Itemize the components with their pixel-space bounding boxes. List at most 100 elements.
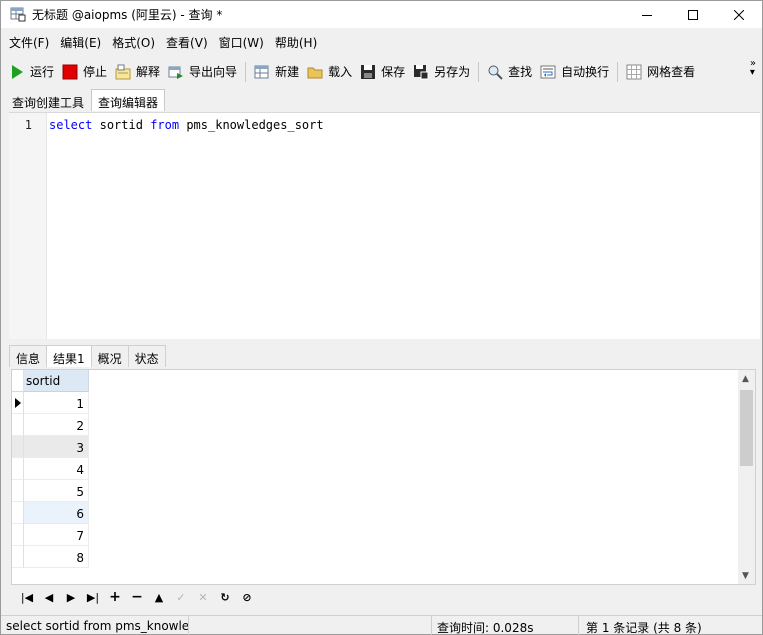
result-grid[interactable]: sortid 1 2 3 4 5 6 7 8 ▲ ▼: [11, 369, 756, 585]
sql-keyword: select: [49, 118, 93, 132]
grid-icon: [626, 64, 642, 79]
export-wizard-button[interactable]: 导出向导: [164, 60, 241, 84]
row-indicator: [12, 458, 24, 480]
row-indicator: [12, 480, 24, 502]
toolbar-divider: [245, 61, 247, 82]
tab-query-builder[interactable]: 查询创建工具: [5, 89, 91, 111]
add-icon: +: [109, 589, 121, 605]
last-record-button[interactable]: ▶|: [82, 588, 104, 606]
new-label: 新建: [275, 65, 300, 79]
vertical-scrollbar[interactable]: ▲ ▼: [738, 370, 755, 584]
move-up-button[interactable]: ▲: [148, 588, 170, 606]
new-query-icon: [254, 65, 269, 78]
sql-table: pms_knowledges_sort: [186, 118, 324, 132]
maximize-button[interactable]: [670, 1, 716, 28]
row-indicator: [12, 502, 24, 524]
grid-view-button[interactable]: 网格查看: [622, 60, 699, 84]
first-record-button[interactable]: |◀: [16, 588, 38, 606]
load-label: 载入: [328, 65, 353, 79]
row-indicator-header: [12, 370, 24, 392]
chevron-down-icon: ▾: [749, 67, 755, 78]
save-as-button[interactable]: 另存为: [409, 60, 474, 84]
sql-editor[interactable]: 1 select sortid from pms_knowledges_sort: [9, 112, 760, 339]
stop-fetch-button[interactable]: ⊘: [236, 588, 258, 606]
explain-button[interactable]: 解释: [111, 60, 164, 84]
close-icon: [734, 9, 744, 20]
table-row[interactable]: 3: [12, 436, 89, 458]
stop-button[interactable]: 停止: [58, 60, 111, 84]
table-row[interactable]: 4: [12, 458, 89, 480]
tab-info[interactable]: 信息: [9, 345, 48, 367]
menu-help[interactable]: 帮助(H): [271, 32, 321, 53]
table-cell[interactable]: 6: [24, 502, 89, 524]
line-number-gutter: 1: [9, 113, 47, 339]
next-icon: ▶: [66, 590, 76, 604]
minimize-button[interactable]: [624, 1, 670, 28]
menu-bar: 文件(F) 编辑(E) 格式(O) 查看(V) 窗口(W) 帮助(H): [1, 31, 762, 53]
minimize-icon: [642, 14, 652, 16]
next-record-button[interactable]: ▶: [60, 588, 82, 606]
row-indicator: [12, 524, 24, 546]
cancel-icon: ✕: [198, 590, 208, 604]
menu-format[interactable]: 格式(O): [108, 32, 159, 53]
stop-icon: ⊘: [242, 590, 252, 604]
table-cell[interactable]: 3: [24, 436, 89, 458]
apply-button[interactable]: ✓: [170, 588, 192, 606]
tab-status[interactable]: 状态: [127, 345, 166, 367]
menu-view[interactable]: 查看(V): [162, 32, 212, 53]
load-button[interactable]: 载入: [303, 60, 356, 84]
cancel-button[interactable]: ✕: [192, 588, 214, 606]
save-button[interactable]: 保存: [356, 60, 409, 84]
title-bar[interactable]: 无标题 @aiopms (阿里云) - 查询 *: [1, 1, 762, 28]
table-row[interactable]: 1: [12, 392, 89, 414]
tab-result1[interactable]: 结果1: [46, 345, 92, 367]
refresh-button[interactable]: ↻: [214, 588, 236, 606]
table-cell[interactable]: 1: [24, 392, 89, 414]
window-title: 无标题 @aiopms (阿里云) - 查询 *: [32, 8, 223, 22]
menu-window[interactable]: 窗口(W): [215, 32, 268, 53]
scrollbar-thumb[interactable]: [740, 390, 753, 466]
delete-record-button[interactable]: −: [126, 588, 148, 606]
table-cell[interactable]: 8: [24, 546, 89, 568]
close-button[interactable]: [716, 1, 762, 28]
status-sql: select sortid from pms_knowle: [1, 616, 189, 635]
save-icon: [361, 64, 376, 79]
scroll-down-icon[interactable]: ▼: [742, 571, 749, 581]
table-row[interactable]: 6: [12, 502, 89, 524]
tab-profile[interactable]: 概况: [90, 345, 129, 367]
table-cell[interactable]: 2: [24, 414, 89, 436]
menu-edit[interactable]: 编辑(E): [56, 32, 105, 53]
row-indicator: [12, 392, 24, 414]
menu-file[interactable]: 文件(F): [5, 32, 53, 53]
prev-record-button[interactable]: ◀: [38, 588, 60, 606]
table-cell[interactable]: 7: [24, 524, 89, 546]
tab-query-editor[interactable]: 查询编辑器: [91, 89, 166, 111]
refresh-icon: ↻: [220, 590, 230, 604]
table-row[interactable]: 8: [12, 546, 89, 568]
status-record-count: 第 1 条记录 (共 8 条): [586, 621, 702, 635]
new-button[interactable]: 新建: [250, 60, 303, 84]
find-button[interactable]: 查找: [483, 60, 536, 84]
app-table-icon: [10, 7, 26, 22]
first-icon: |◀: [20, 590, 34, 604]
sql-code-line[interactable]: select sortid from pms_knowledges_sort: [49, 118, 324, 132]
sql-column: sortid: [99, 118, 143, 132]
table-row[interactable]: 7: [12, 524, 89, 546]
table-row[interactable]: 2: [12, 414, 89, 436]
add-record-button[interactable]: +: [104, 588, 126, 606]
table-row[interactable]: 5: [12, 480, 89, 502]
run-button[interactable]: 运行: [5, 60, 58, 84]
word-wrap-button[interactable]: 自动换行: [536, 60, 613, 84]
scroll-up-icon[interactable]: ▲: [742, 374, 749, 384]
word-wrap-icon: [540, 65, 556, 78]
app-window: 无标题 @aiopms (阿里云) - 查询 * 文件(F) 编辑(E) 格式(…: [0, 0, 763, 635]
table-cell[interactable]: 4: [24, 458, 89, 480]
column-header-sortid[interactable]: sortid: [24, 370, 89, 392]
prev-icon: ◀: [44, 590, 54, 604]
status-query-time: 查询时间: 0.028s: [431, 616, 579, 635]
row-indicator: [12, 546, 24, 568]
table-cell[interactable]: 5: [24, 480, 89, 502]
explain-label: 解释: [136, 65, 161, 79]
export-icon: [168, 66, 184, 79]
toolbar-overflow-button[interactable]: » ▾: [749, 59, 756, 78]
